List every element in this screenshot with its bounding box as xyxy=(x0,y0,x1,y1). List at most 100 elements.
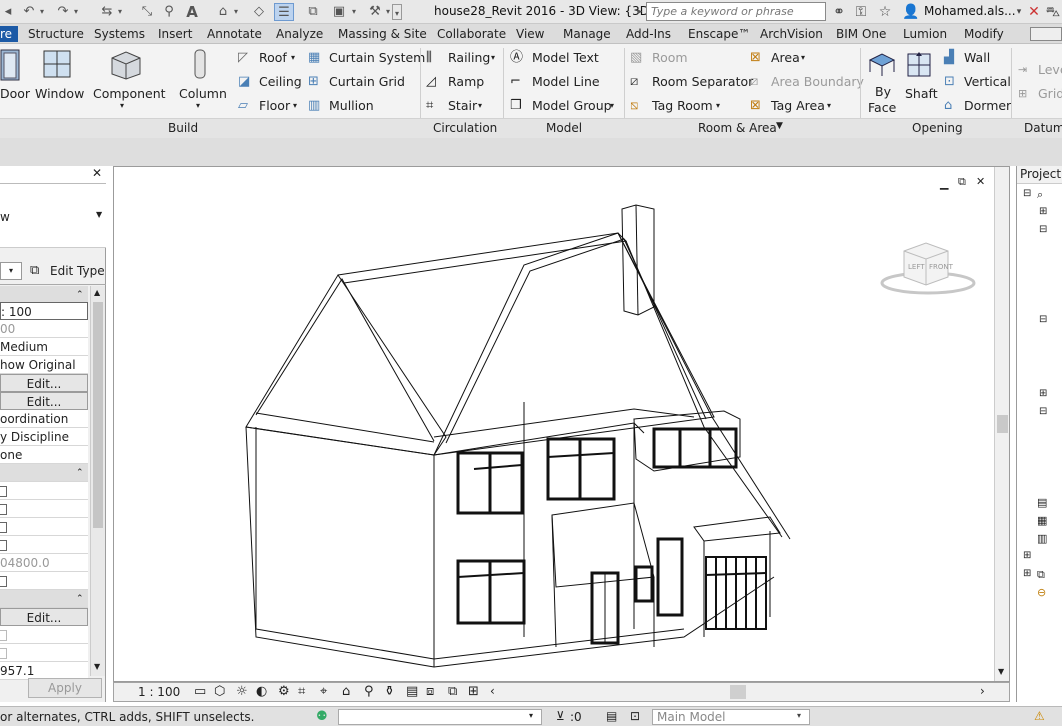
scroll-left-icon[interactable]: ‹ xyxy=(490,684,495,698)
column-dropdown-icon[interactable]: ▾ xyxy=(196,98,200,114)
model-panel-label[interactable]: Model xyxy=(546,121,582,135)
redo-icon[interactable]: ↷ xyxy=(54,3,72,21)
tab-massing-site[interactable]: Massing & Site xyxy=(338,26,427,42)
search-expand-icon[interactable]: ▸ xyxy=(636,3,644,21)
roof-button[interactable]: Roof xyxy=(259,50,287,66)
sheets-icon[interactable]: ▥ xyxy=(1037,532,1047,545)
tab-enscape[interactable]: Enscape™ xyxy=(688,26,750,42)
mullion-button[interactable]: Mullion xyxy=(329,98,374,114)
property-row-discipline[interactable]: oordination xyxy=(0,410,88,428)
thin-lines-icon[interactable]: ☰ xyxy=(274,3,294,21)
type-selector[interactable]: w ▼ xyxy=(0,184,106,248)
checkbox[interactable] xyxy=(0,540,7,551)
instance-filter-dropdown[interactable]: ▾ xyxy=(0,262,22,280)
railing-button[interactable]: Railing xyxy=(448,50,490,66)
visibility-edit-button[interactable]: Edit... xyxy=(0,374,88,392)
vertical-opening-button[interactable]: Vertical xyxy=(964,74,1011,90)
tag-room-button[interactable]: Tag Room xyxy=(652,98,713,114)
show-crop-icon[interactable]: ⌖ xyxy=(320,684,327,699)
visual-style-icon[interactable]: ⬡ xyxy=(214,684,225,699)
model-group-button[interactable]: Model Group xyxy=(532,98,612,114)
component-dropdown-icon[interactable]: ▾ xyxy=(120,98,124,114)
tab-lumion[interactable]: Lumion xyxy=(903,26,947,42)
edit-type-button[interactable]: Edit Type xyxy=(50,264,105,278)
tree-expand-icon[interactable]: ⊞ xyxy=(1023,568,1031,579)
opening-panel-label[interactable]: Opening xyxy=(912,121,963,135)
shaft-button[interactable]: Shaft xyxy=(905,86,938,102)
collapse-icon[interactable]: ⌃ xyxy=(76,590,84,607)
properties-scroll-thumb[interactable] xyxy=(93,302,103,528)
railing-dropdown-icon[interactable]: ▾ xyxy=(491,50,495,66)
render-icon[interactable]: ⚙ xyxy=(278,684,290,699)
column-button[interactable]: Column xyxy=(179,86,227,102)
tab-annotate[interactable]: Annotate xyxy=(207,26,262,42)
tab-systems[interactable]: Systems xyxy=(94,26,145,42)
legends-icon[interactable]: ▤ xyxy=(1037,496,1047,509)
tab-bim-one[interactable]: BIM One xyxy=(836,26,886,42)
design-option-dropdown[interactable]: Main Model ▾ xyxy=(652,709,810,725)
checkbox[interactable] xyxy=(0,648,7,659)
analytical-model-icon[interactable]: ⧉ xyxy=(448,684,457,699)
switch-windows-icon[interactable]: ▣ xyxy=(330,3,348,21)
user-name[interactable]: Mohamed.als... xyxy=(924,4,1016,18)
area-button[interactable]: Area xyxy=(771,50,800,66)
floor-button[interactable]: Floor xyxy=(259,98,290,114)
view-scroll-thumb[interactable] xyxy=(997,415,1008,433)
room-button[interactable]: Room xyxy=(652,50,688,66)
tree-expand-icon[interactable]: ⊞ xyxy=(1039,206,1047,217)
redo-dropdown-icon[interactable]: ▾ xyxy=(72,3,80,21)
views-node-icon[interactable]: ⌕ xyxy=(1037,188,1043,202)
checkbox[interactable] xyxy=(0,522,7,533)
grid-button[interactable]: Grid xyxy=(1038,86,1062,102)
area-dropdown-icon[interactable]: ▾ xyxy=(801,50,805,66)
scroll-right-icon[interactable]: › xyxy=(980,684,985,698)
area-boundary-button[interactable]: Area Boundary xyxy=(771,74,864,90)
room-area-dropdown-icon[interactable]: ▼ xyxy=(776,121,783,131)
tab-archvision[interactable]: ArchVision xyxy=(760,26,823,42)
editable-only-icon[interactable]: ⊡ xyxy=(630,709,640,723)
model-text-button[interactable]: Model Text xyxy=(532,50,599,66)
property-row-scale[interactable]: : 100 xyxy=(0,302,88,320)
column-icon[interactable] xyxy=(192,48,208,80)
app-store-icon[interactable]: ⛍ xyxy=(1044,3,1062,21)
design-options-icon[interactable]: ▤ xyxy=(606,709,617,723)
tree-collapse-icon[interactable]: ⊟ xyxy=(1039,314,1047,325)
view-vertical-scrollbar[interactable]: ▼ xyxy=(994,167,1009,681)
datum-panel-label[interactable]: Datum xyxy=(1024,121,1062,135)
type-selector-dropdown-icon[interactable]: ▼ xyxy=(96,210,102,219)
temporary-hide-icon[interactable]: ⚲ xyxy=(364,684,374,699)
checkbox[interactable] xyxy=(0,486,7,497)
detail-level-icon[interactable]: ▭ xyxy=(194,684,206,699)
tab-modify[interactable]: Modify xyxy=(964,26,1004,42)
property-row-detail-level[interactable]: Medium xyxy=(0,338,88,356)
property-row-default-analysis[interactable]: one xyxy=(0,446,88,464)
property-checkbox-row[interactable] xyxy=(0,482,88,500)
3d-dropdown-icon[interactable]: ▾ xyxy=(232,3,240,21)
component-icon[interactable] xyxy=(108,48,142,80)
tab-architecture[interactable]: re xyxy=(0,26,19,42)
tree-expand-icon[interactable]: ⊞ xyxy=(1039,388,1047,399)
ceiling-button[interactable]: Ceiling xyxy=(259,74,302,90)
section-icon[interactable]: ◇ xyxy=(250,3,268,21)
subscription-center-icon[interactable]: ⚿ xyxy=(852,3,870,21)
quick-access-menu-icon[interactable]: ▾ xyxy=(392,4,402,20)
property-row-eye-elevation[interactable]: 04800.0 xyxy=(0,554,88,572)
door-icon[interactable] xyxy=(0,48,22,82)
component-button[interactable]: Component xyxy=(93,86,166,102)
property-category[interactable]: ⌃ xyxy=(0,464,88,482)
tag-area-button[interactable]: Tag Area xyxy=(771,98,825,114)
checkbox[interactable] xyxy=(0,504,7,515)
curtain-grid-button[interactable]: Curtain Grid xyxy=(329,74,405,90)
viewcube-front-label[interactable]: FRONT xyxy=(929,263,954,271)
binoculars-icon[interactable]: ⚭ xyxy=(830,3,848,21)
3d-view-canvas[interactable]: ▁ ⧉ ✕ LEFT FRONT ▼ xyxy=(113,166,1010,682)
build-panel-label[interactable]: Build xyxy=(168,121,198,135)
text-icon[interactable]: A xyxy=(184,3,200,21)
tree-collapse-icon[interactable]: ⊟ xyxy=(1023,188,1031,199)
revit-links-icon[interactable]: ⊖ xyxy=(1037,586,1046,599)
property-checkbox-row[interactable] xyxy=(0,626,88,644)
properties-scrollbar[interactable]: ▲ ▼ xyxy=(90,286,105,676)
property-row-show-hidden[interactable]: y Discipline xyxy=(0,428,88,446)
door-button[interactable]: Door xyxy=(0,86,30,102)
checkbox[interactable] xyxy=(0,576,7,587)
